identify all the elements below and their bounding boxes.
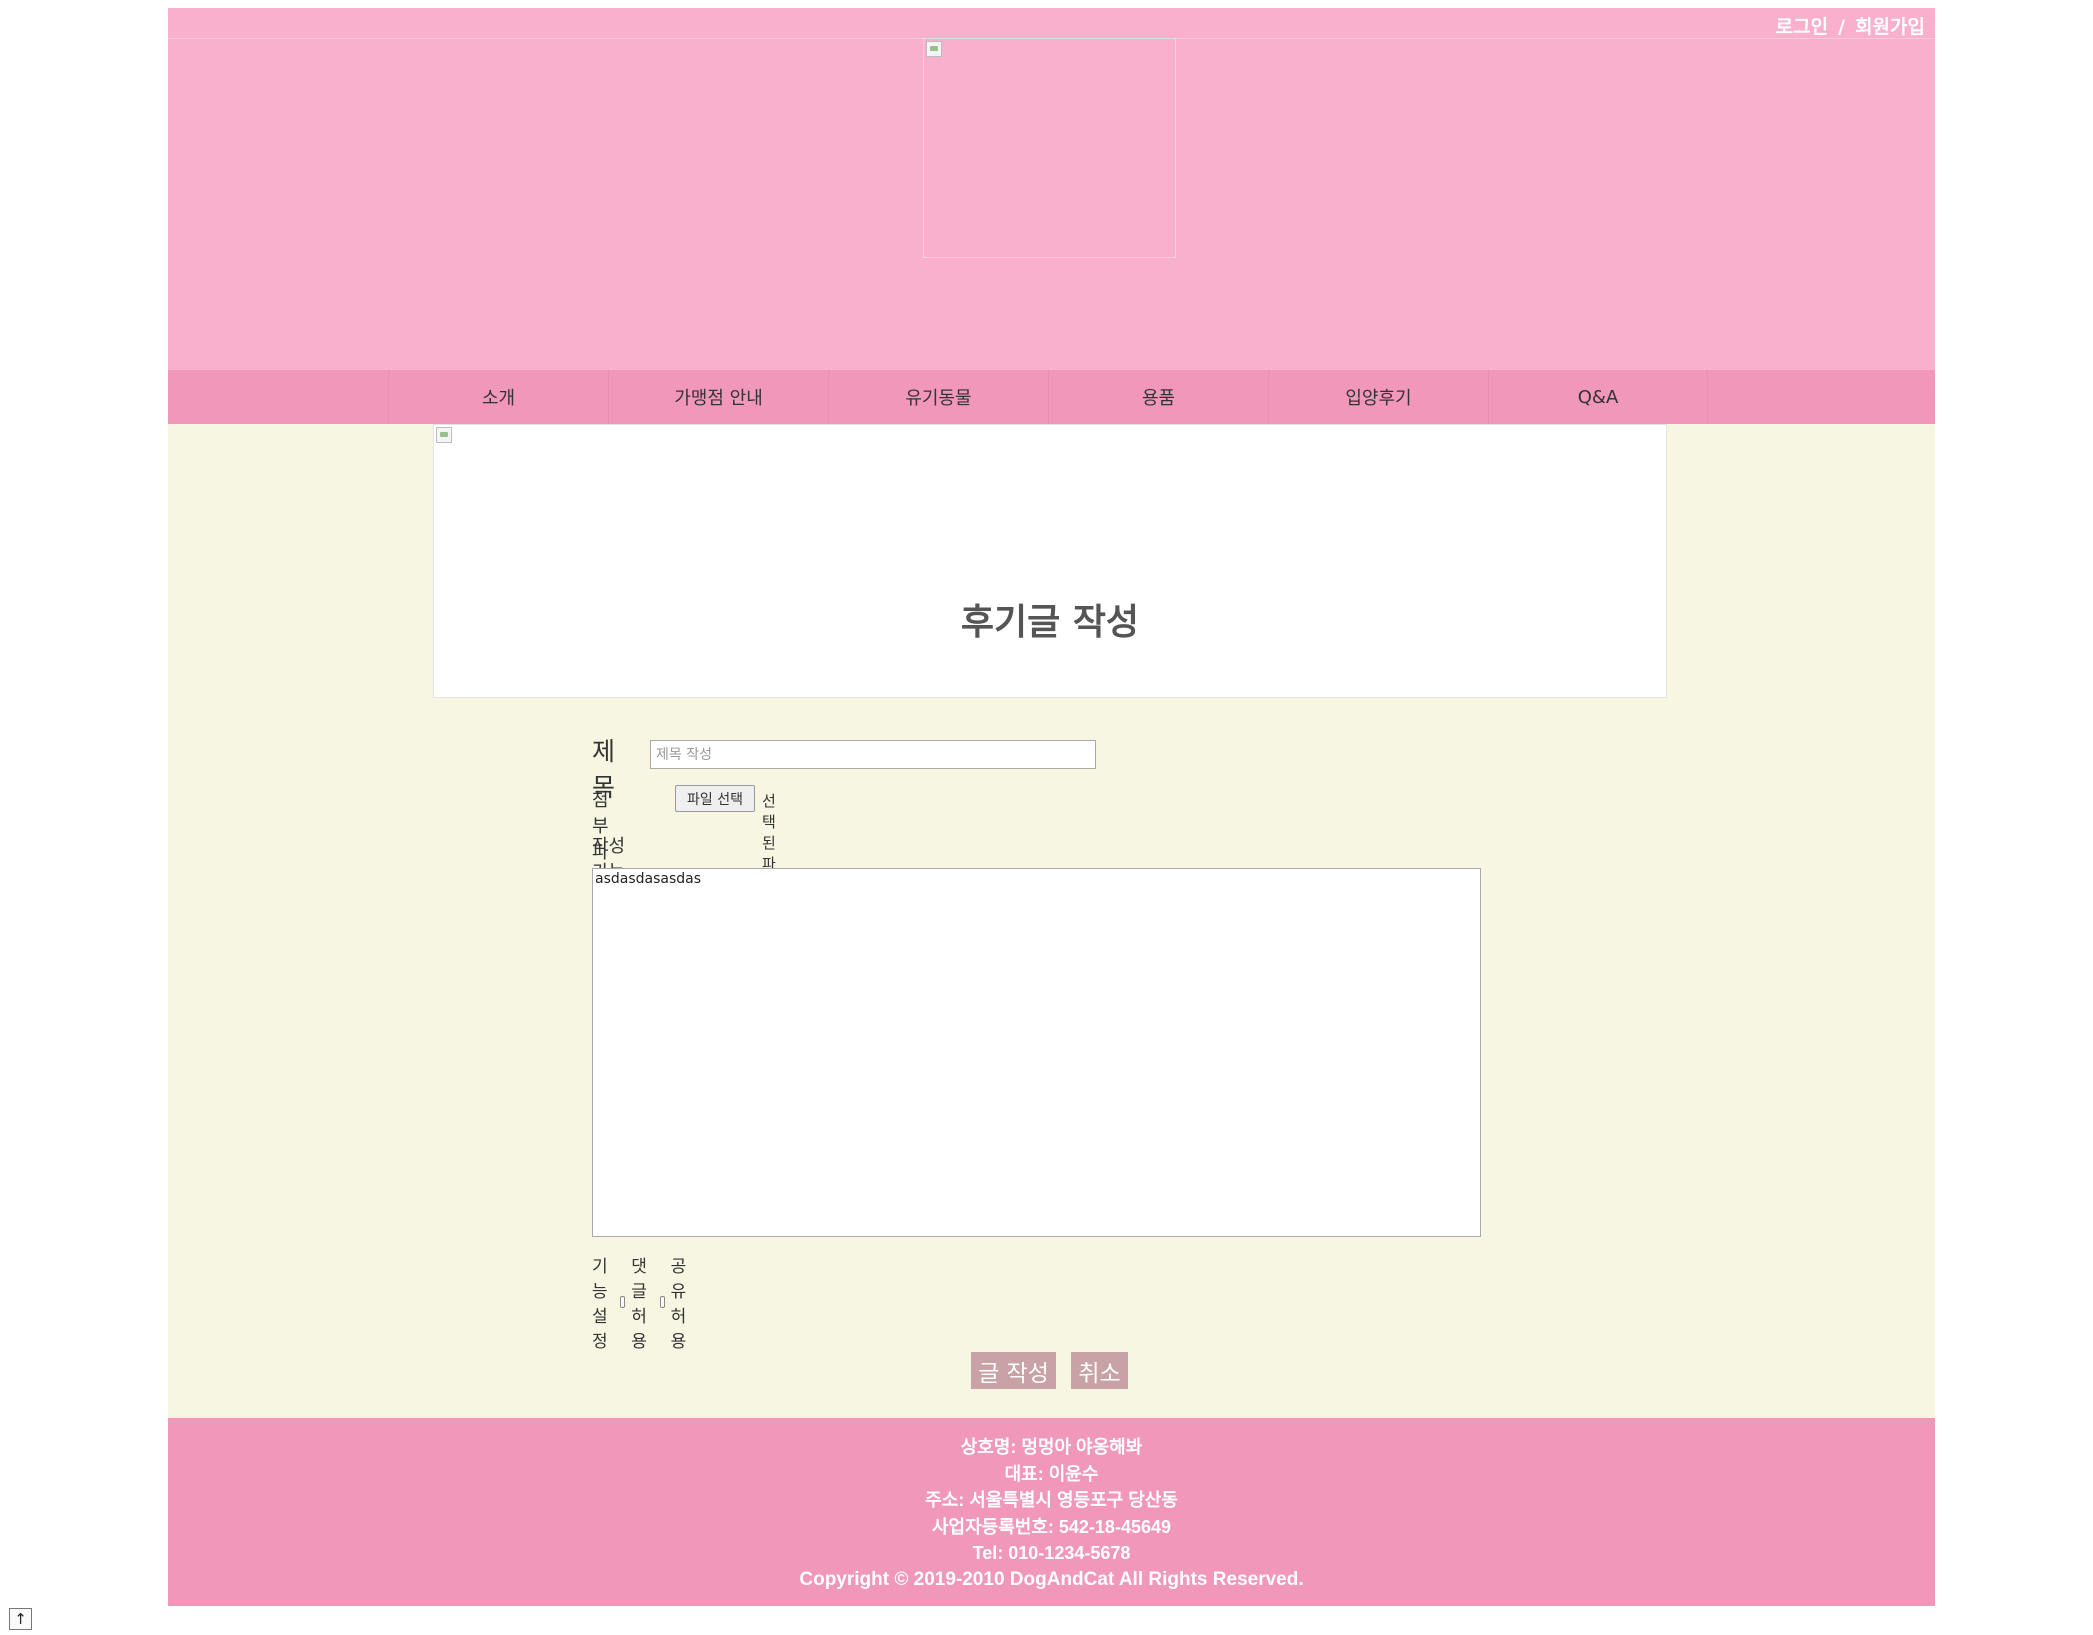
footer-company: 상호명: 멍멍아 야옹해봐 [960,1437,1143,1457]
login-link[interactable]: 로그인 [1776,16,1828,38]
footer-ceo: 대표: 이윤수 [1004,1463,1099,1484]
allow-comments-label: 댓글 허용 [631,1257,647,1352]
nav-item-franchise[interactable]: 가맹점 안내 [608,370,828,424]
page: 로그인 / 회원가입 소개 가맹점 안내 유기동물 용품 입양후기 Q&A 후기글 … [168,8,1935,1606]
footer-tel: Tel: 010-1234-5678 [972,1543,1131,1564]
nav-item-intro[interactable]: 소개 [388,370,608,424]
nav-item-reviews[interactable]: 입양후기 [1268,370,1488,424]
page-title: 후기글 작성 [960,602,1140,643]
footer-address: 주소: 서울특별시 영등포구 당산동 [925,1490,1178,1511]
scroll-top-button[interactable]: ↑ [9,1608,32,1630]
main-nav: 소개 가맹점 안내 유기동물 용품 입양후기 Q&A [168,370,1935,424]
signup-link[interactable]: 회원가입 [1855,16,1925,38]
nav-item-animals[interactable]: 유기동물 [828,370,1048,424]
footer: 상호명: 멍멍아 야옹해봐 대표: 이윤수 주소: 서울특별시 영등포구 당산동… [168,1418,1935,1606]
nav-item-supplies[interactable]: 용품 [1048,370,1268,424]
content-area: 후기글 작성 제목 첨부 파일 : 파일 선택 선택된 파일 없음 작성 가능한… [168,424,1935,1418]
nav-item-qna[interactable]: Q&A [1488,370,1708,424]
allow-comments-checkbox[interactable] [620,1296,626,1308]
options-row: 기능 설정 댓글 허용 공유 허용 [592,1252,691,1352]
title-input[interactable] [650,740,1096,769]
auth-separator: / [1838,16,1846,38]
body-textarea[interactable]: asdasdasasdas [592,868,1481,1237]
banner: 후기글 작성 [433,424,1667,698]
file-select-button[interactable]: 파일 선택 [675,785,755,812]
footer-biz-no: 사업자등록번호: 542-18-45649 [931,1516,1171,1537]
allow-share-checkbox[interactable] [659,1296,665,1308]
allow-share-label: 공유 허용 [670,1257,687,1352]
header: 로그인 / 회원가입 [168,8,1935,370]
cancel-button[interactable]: 취소 [1071,1352,1128,1389]
logo-image[interactable] [923,38,1176,258]
top-bar: 로그인 / 회원가입 [168,8,1935,39]
broken-image-icon [926,41,942,57]
options-label: 기능 설정 [592,1257,608,1352]
submit-button[interactable]: 글 작성 [971,1352,1056,1389]
broken-image-icon [436,427,452,443]
footer-copyright: Copyright © 2019-2010 DogAndCat All Righ… [799,1568,1304,1590]
auth-links: 로그인 / 회원가입 [1776,12,1925,39]
